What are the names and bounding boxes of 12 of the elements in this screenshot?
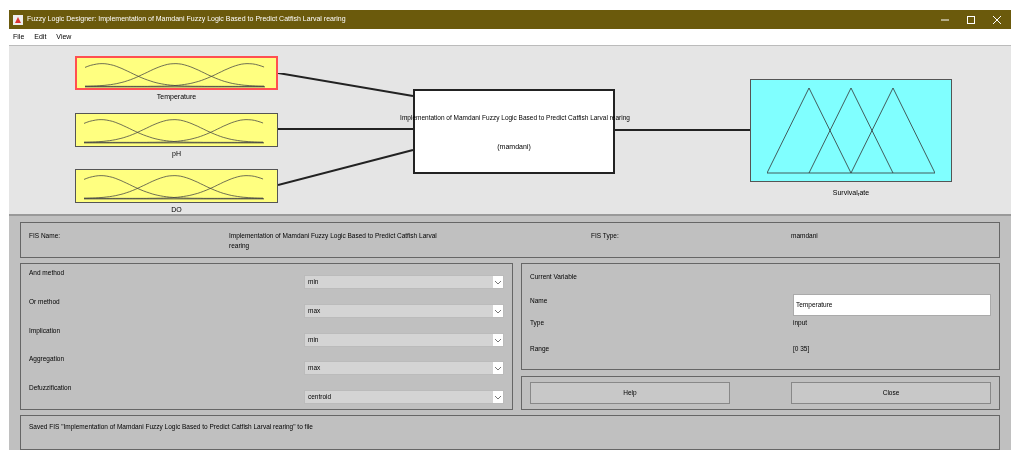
input-variable-block[interactable] bbox=[75, 169, 278, 203]
chevron-down-icon bbox=[493, 333, 503, 346]
output-variable-block[interactable] bbox=[750, 79, 952, 182]
input-variable-block[interactable] bbox=[75, 113, 278, 147]
chevron-down-icon bbox=[493, 391, 503, 403]
close-icon[interactable] bbox=[993, 15, 1001, 24]
input-variable-block[interactable] bbox=[75, 56, 278, 90]
chevron-down-icon bbox=[493, 304, 503, 317]
chevron-down-icon bbox=[493, 276, 503, 288]
app-icon bbox=[13, 14, 23, 25]
chevron-down-icon bbox=[493, 362, 503, 375]
maximize-icon[interactable] bbox=[967, 15, 975, 24]
